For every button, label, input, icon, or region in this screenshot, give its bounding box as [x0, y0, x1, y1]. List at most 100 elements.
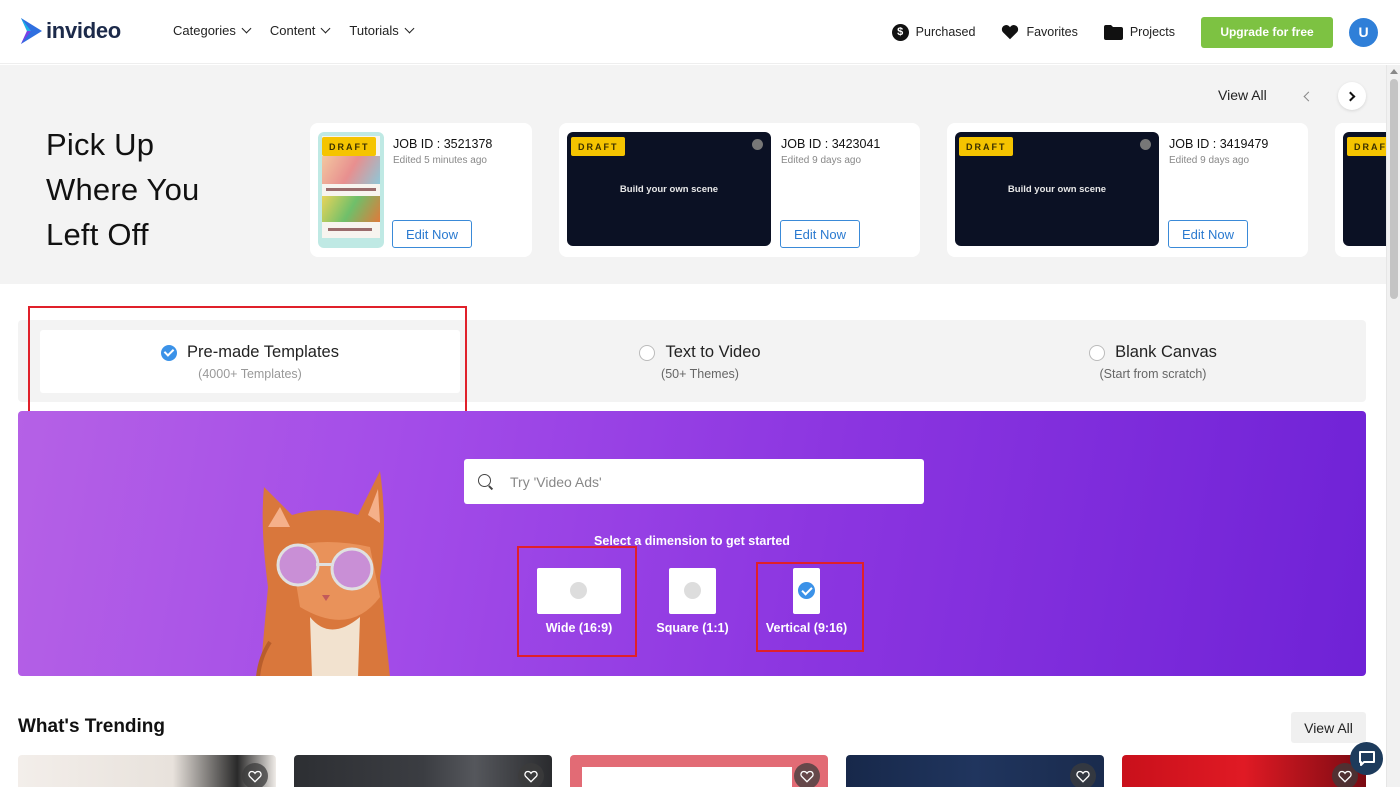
draft-badge: DRAFT [322, 137, 376, 156]
chevron-right-icon [1345, 91, 1356, 101]
tab-blank-canvas[interactable]: Blank Canvas (Start from scratch) [943, 330, 1363, 393]
radio-unchecked-icon [684, 582, 701, 599]
favorite-heart-button[interactable] [242, 763, 268, 787]
drafts-heading-line: Left Off [46, 217, 149, 252]
nav-content[interactable]: Content [269, 23, 331, 38]
logo-placeholder-icon [752, 139, 763, 150]
carousel-prev-button[interactable] [1293, 82, 1321, 110]
tab-sublabel: (50+ Themes) [661, 367, 739, 381]
tab-title-row: Text to Video [490, 343, 910, 362]
trending-template-card[interactable] [1122, 755, 1366, 787]
favorites-label: Favorites [1026, 25, 1078, 39]
favorite-heart-button[interactable] [518, 763, 544, 787]
favorite-heart-button[interactable] [1070, 763, 1096, 787]
edit-now-button[interactable]: Edit Now [1168, 220, 1248, 248]
heart-outline-icon [1076, 770, 1090, 783]
trending-view-all-button[interactable]: View All [1291, 712, 1366, 743]
highlight-box [756, 562, 864, 652]
trending-heading: What's Trending [18, 716, 166, 737]
job-id: JOB ID : 3423041 [781, 137, 881, 151]
invideo-logo-icon [21, 18, 42, 44]
tab-label: Text to Video [665, 343, 761, 361]
upgrade-button[interactable]: Upgrade for free [1201, 16, 1333, 48]
top-navbar: invideo Categories Content Tutorials $ P… [0, 0, 1400, 64]
dimension-square[interactable]: Square (1:1) [656, 568, 729, 635]
nav-menu: Categories Content Tutorials [173, 23, 415, 38]
highlight-box [517, 546, 637, 657]
edited-time: Edited 5 minutes ago [393, 155, 487, 166]
thumbnail-image [322, 156, 380, 184]
radio-unchecked-icon [639, 344, 656, 361]
carousel-next-button[interactable] [1338, 82, 1366, 110]
trending-template-card[interactable] [294, 755, 552, 787]
draft-thumbnail: DRAFT Build your own scene [567, 132, 771, 246]
dollar-icon: $ [891, 23, 909, 41]
draft-thumbnail: DRAFT [318, 132, 384, 248]
template-search-bar[interactable] [464, 459, 924, 504]
scrollbar-thumb[interactable] [1390, 79, 1398, 299]
edit-now-button[interactable]: Edit Now [780, 220, 860, 248]
chat-bubble-icon [1358, 751, 1375, 766]
draft-card[interactable]: DRAFT JOB ID : 3521378 Edited 5 minutes … [310, 123, 532, 257]
template-search-hero: Select a dimension to get started Wide (… [18, 411, 1366, 676]
purchased-label: Purchased [915, 25, 976, 39]
tab-text-to-video[interactable]: Text to Video (50+ Themes) [490, 330, 910, 393]
thumbnail-scene-text: Build your own scene [619, 184, 719, 195]
draft-thumbnail: DRAFT [1343, 132, 1386, 246]
chevron-left-icon [1303, 91, 1314, 101]
template-preview-panel [582, 767, 792, 787]
drafts-heading-line: Where You [46, 172, 200, 207]
draft-card[interactable]: DRAFT Build your own scene JOB ID : 3423… [559, 123, 920, 257]
chat-support-button[interactable] [1350, 742, 1383, 775]
search-input[interactable] [510, 473, 910, 490]
drafts-heading: Pick Up Where You Left Off [46, 122, 199, 257]
draft-thumbnail: DRAFT Build your own scene [955, 132, 1159, 246]
chevron-down-icon [320, 23, 331, 34]
thumbnail-image [322, 196, 380, 222]
tab-label: Blank Canvas [1115, 343, 1217, 361]
draft-card[interactable]: DRAFT Build your own scene JOB ID : 3419… [947, 123, 1308, 257]
draft-card[interactable]: DRAFT [1335, 123, 1386, 257]
purchased-link[interactable]: $ Purchased [891, 23, 976, 41]
heart-outline-icon [248, 770, 262, 783]
draft-badge: DRAFT [959, 137, 1013, 156]
nav-categories[interactable]: Categories [173, 23, 252, 38]
edited-time: Edited 9 days ago [781, 155, 862, 166]
nav-tutorials[interactable]: Tutorials [349, 23, 415, 38]
nav-content-label: Content [269, 23, 316, 38]
scroll-up-arrow-icon[interactable] [1390, 69, 1398, 74]
heart-outline-icon [1338, 770, 1352, 783]
edit-now-button[interactable]: Edit Now [392, 220, 472, 248]
edited-time: Edited 9 days ago [1169, 155, 1250, 166]
tab-sublabel: (Start from scratch) [1099, 367, 1207, 381]
projects-link[interactable]: Projects [1103, 24, 1175, 40]
page-scrollbar[interactable] [1386, 65, 1400, 787]
drafts-view-all-link[interactable]: View All [1218, 87, 1267, 103]
drafts-heading-line: Pick Up [46, 127, 155, 162]
dimension-label: Square (1:1) [656, 621, 729, 635]
dimension-prompt: Select a dimension to get started [594, 534, 790, 548]
thumbnail-text-line [326, 188, 376, 191]
favorite-heart-button[interactable] [794, 763, 820, 787]
heart-outline-icon [800, 770, 814, 783]
chevron-down-icon [404, 23, 415, 34]
trending-template-card[interactable] [846, 755, 1104, 787]
draft-badge: DRAFT [1347, 137, 1386, 156]
heart-outline-icon [524, 770, 538, 783]
cat-illustration [256, 471, 390, 676]
tab-title-row: Blank Canvas [943, 343, 1363, 362]
drafts-section: Pick Up Where You Left Off View All DRAF… [0, 65, 1386, 284]
trending-template-card[interactable] [570, 755, 828, 787]
thumbnail-text-line [328, 228, 372, 231]
user-avatar[interactable]: U [1349, 17, 1378, 47]
chevron-down-icon [241, 23, 252, 34]
draft-badge: DRAFT [571, 137, 625, 156]
trending-template-card[interactable] [18, 755, 276, 787]
projects-label: Projects [1129, 25, 1175, 39]
nav-tutorials-label: Tutorials [349, 23, 399, 38]
square-preview-box [669, 568, 716, 614]
invideo-logo[interactable]: invideo [18, 16, 121, 46]
logo-placeholder-icon [1140, 139, 1151, 150]
favorites-link[interactable]: Favorites [1001, 24, 1078, 40]
job-id: JOB ID : 3419479 [1169, 137, 1269, 151]
